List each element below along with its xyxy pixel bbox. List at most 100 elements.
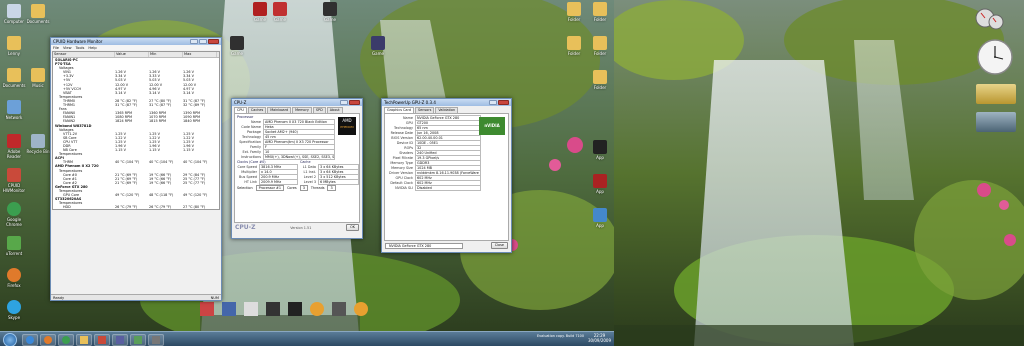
- start-button[interactable]: [3, 333, 17, 346]
- window-title: CPUID Hardware Monitor: [53, 39, 103, 44]
- phenom-logo-text: PHENOM: [340, 125, 354, 129]
- close-button[interactable]: [349, 100, 360, 105]
- taskbar-app[interactable]: [148, 334, 164, 346]
- gpuz-titlebar[interactable]: TechPowerUp GPU-Z 0.3.4: [382, 99, 511, 106]
- wallpaper-right: [614, 0, 1024, 346]
- app-icon[interactable]: [200, 302, 214, 316]
- desktop-icon-network[interactable]: Network: [0, 100, 28, 120]
- processor-select[interactable]: Processor #1: [255, 185, 285, 191]
- app-icon[interactable]: [332, 302, 346, 316]
- close-window-button[interactable]: Close: [490, 242, 508, 249]
- column-min[interactable]: Min: [149, 52, 183, 57]
- column-value[interactable]: Value: [115, 52, 149, 57]
- desktop-icon-firefox[interactable]: Firefox: [0, 268, 28, 288]
- weather-gadget[interactable]: [976, 112, 1016, 132]
- field-label: L1 Inst.: [303, 169, 316, 174]
- desktop-icon-folder-r5[interactable]: Folder: [586, 70, 614, 90]
- app-icon[interactable]: [266, 302, 280, 316]
- field-label: Default Clock: [390, 180, 413, 185]
- sensor-name: HDD: [63, 205, 71, 210]
- app-icon[interactable]: [288, 302, 302, 316]
- desktop-app-row: [200, 302, 368, 316]
- column-sensor[interactable]: Sensor: [53, 52, 115, 57]
- menu-file[interactable]: File: [53, 46, 59, 50]
- desktop-icon-label: App: [596, 155, 604, 160]
- cpuz-fields: Name AMD Phenom II X3 720 Black Edition Co…: [235, 118, 335, 160]
- field-value: 2009.9 MHz: [259, 178, 298, 185]
- monitor-right: [614, 0, 1024, 346]
- minimize-button[interactable]: [190, 39, 198, 44]
- field-label: Memory Type: [390, 160, 413, 165]
- close-button[interactable]: [498, 100, 509, 105]
- ok-button[interactable]: OK: [346, 224, 359, 231]
- game-icon: [253, 2, 267, 16]
- cpu-meter-gadget[interactable]: [974, 6, 1004, 32]
- desktop-icon-documents-2[interactable]: Documents: [24, 4, 52, 24]
- desktop-icon-game-2[interactable]: Game: [266, 2, 294, 22]
- firefox-icon: [44, 336, 52, 344]
- hwmonitor-titlebar[interactable]: CPUID Hardware Monitor: [51, 38, 221, 45]
- taskbar-pinned-chrome[interactable]: [58, 334, 74, 346]
- desktop-icon-app-r8[interactable]: App: [586, 208, 614, 228]
- app-icon[interactable]: [354, 302, 368, 316]
- desktop-icon-game-3[interactable]: Game: [316, 2, 344, 22]
- desktop-icon-chrome[interactable]: Google Chrome: [0, 202, 28, 227]
- desktop-icon-label: uTorrent: [5, 251, 23, 256]
- hwmonitor-window[interactable]: CPUID Hardware Monitor File View Tools H…: [50, 37, 222, 301]
- field-row: HT Link 2009.9 MHz: [235, 178, 298, 185]
- taskbar-pinned-explorer[interactable]: [76, 334, 92, 346]
- system-clock[interactable]: 22:29 30/09/2009: [588, 333, 611, 343]
- taskbar-hwmonitor[interactable]: [94, 334, 110, 346]
- minimize-button[interactable]: [489, 100, 497, 105]
- field-label: Technology: [242, 134, 261, 139]
- taskbar-pinned-firefox[interactable]: [40, 334, 56, 346]
- field-label: Instructions: [241, 154, 261, 159]
- sensor-table: Sensor Value Min Max SOLARIS-PC P7S-TSA Vo…: [52, 51, 220, 211]
- desktop-icon-folder-r3[interactable]: Folder: [560, 36, 588, 56]
- desktop-icon-app-r7[interactable]: App: [586, 174, 614, 194]
- field-label: Specification: [239, 139, 261, 144]
- desktop-icon-label: Documents: [26, 19, 50, 24]
- skype-icon: [7, 300, 21, 314]
- sensor-row[interactable]: HDD 26 °C (79 °F) 26 °C (79 °F) 27 °C (80 °…: [53, 205, 219, 209]
- close-button[interactable]: [208, 39, 219, 44]
- taskbar-cpuz[interactable]: [112, 334, 128, 346]
- minimize-button[interactable]: [340, 100, 348, 105]
- taskbar-pinned-ie[interactable]: [22, 334, 38, 346]
- app-icon[interactable]: [222, 302, 236, 316]
- desktop-icon-lenny[interactable]: Lenny: [0, 36, 28, 56]
- desktop-icon-game-5[interactable]: Game: [364, 36, 392, 56]
- maximize-button[interactable]: [199, 39, 207, 44]
- desktop-icon-game-4[interactable]: Game: [223, 36, 251, 56]
- field-label: Name: [250, 119, 261, 124]
- folder-icon: [31, 4, 45, 18]
- clock-gadget[interactable]: [976, 38, 1014, 76]
- folder-icon: [593, 70, 607, 84]
- desktop-icon-hwmonitor[interactable]: CPUID HWMonitor: [0, 168, 28, 193]
- app-icon[interactable]: [310, 302, 324, 316]
- cpuz-window[interactable]: CPU-Z CPU Caches Mainboard Memory SPD Ab…: [231, 98, 363, 239]
- gpuz-window[interactable]: TechPowerUp GPU-Z 0.3.4 Graphics Card Se…: [381, 98, 512, 253]
- taskbar-gpuz[interactable]: [130, 334, 146, 346]
- desktop-icon-app-r6[interactable]: App: [586, 140, 614, 160]
- desktop-icon-utorrent[interactable]: uTorrent: [0, 236, 28, 256]
- desktop-icon-recycle-bin[interactable]: Recycle Bin: [24, 134, 52, 154]
- field-label: Shaders: [399, 150, 413, 155]
- desktop-icon-folder-r1[interactable]: Folder: [560, 2, 588, 22]
- gpuz-fields: Name NVIDIA GeForce GTX 280 GPU GT200 Techno…: [385, 114, 481, 191]
- game-icon: [323, 2, 337, 16]
- cpuz-titlebar[interactable]: CPU-Z: [232, 99, 362, 106]
- desktop-icon-skype[interactable]: Skype: [0, 300, 28, 320]
- gpu-select[interactable]: NVIDIA GeForce GTX 280: [385, 242, 463, 249]
- folder-icon: [7, 36, 21, 50]
- desktop-icon-music[interactable]: Music: [24, 68, 52, 88]
- currency-gadget[interactable]: [976, 84, 1016, 104]
- app-icon[interactable]: [244, 302, 258, 316]
- desktop-icon-folder-r4[interactable]: Folder: [586, 36, 614, 56]
- menu-view[interactable]: View: [63, 46, 72, 50]
- column-max[interactable]: Max: [183, 52, 217, 57]
- menu-help[interactable]: Help: [88, 46, 96, 50]
- firefox-icon: [7, 268, 21, 282]
- menu-tools[interactable]: Tools: [76, 46, 85, 50]
- desktop-icon-folder-r2[interactable]: Folder: [586, 2, 614, 22]
